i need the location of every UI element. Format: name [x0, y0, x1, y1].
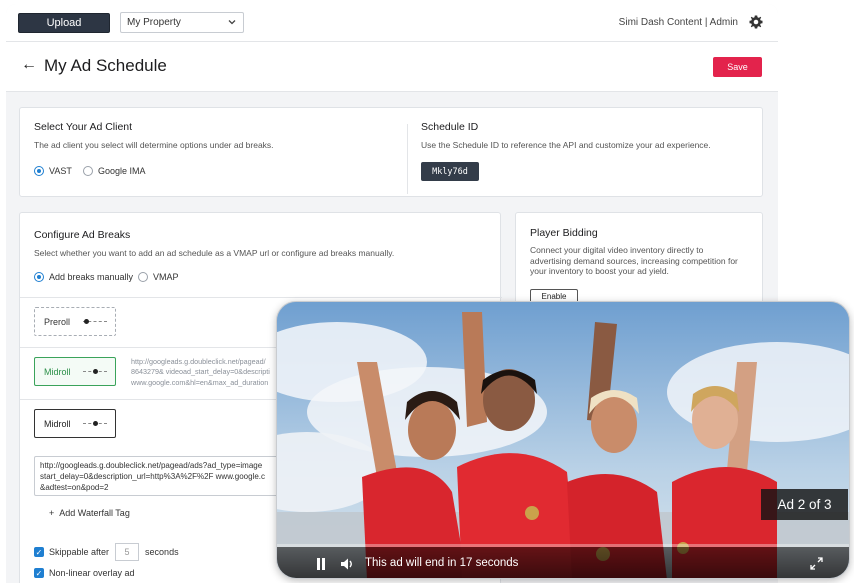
skippable-checkbox-row[interactable]: ✓ Skippable after 5 seconds	[34, 543, 179, 561]
break-midroll-active[interactable]: Midroll	[34, 357, 116, 386]
slider-knob[interactable]	[93, 421, 98, 426]
radio-vast[interactable]: VAST	[34, 166, 72, 176]
ad-breaks-description: Select whether you want to add an ad sch…	[34, 248, 395, 258]
pause-icon[interactable]	[316, 558, 326, 570]
break-label: Midroll	[44, 366, 71, 377]
midroll-url-line: 8643279& videoad_start_delay=0&descripti	[131, 367, 270, 377]
radio-vast-label: VAST	[49, 166, 72, 176]
gear-icon[interactable]	[748, 14, 764, 30]
player-bidding-card: Player Bidding Connect your digital vide…	[515, 212, 763, 312]
radio-add-breaks-manually[interactable]: Add breaks manually	[34, 272, 133, 282]
midroll-url-line: www.google.com&hl=en&max_ad_duration	[131, 377, 269, 387]
user-account-text[interactable]: Simi Dash Content | Admin	[619, 17, 738, 28]
break-midroll-selected[interactable]: Midroll	[34, 409, 116, 438]
player-bidding-description: Connect your digital video inventory dir…	[530, 245, 738, 277]
top-bar: Upload My Property Simi Dash Content | A…	[6, 4, 778, 42]
save-button[interactable]: Save	[713, 57, 762, 77]
slider-knob[interactable]	[93, 369, 98, 374]
radio-google-ima-label: Google IMA	[98, 166, 146, 176]
radio-indicator-selected	[34, 272, 44, 282]
ad-client-card: Select Your Ad Client The ad client you …	[19, 107, 763, 197]
ad-tag-url-line: &adtest=on&pod=2	[40, 482, 109, 492]
video-controls-bar: This ad will end in 17 seconds	[277, 547, 849, 578]
ad-countdown-message: This ad will end in 17 seconds	[365, 557, 519, 569]
radio-vmap[interactable]: VMAP	[138, 272, 179, 282]
volume-icon[interactable]	[339, 556, 355, 572]
video-frame-image	[277, 302, 849, 578]
midroll-url-preview: http://googleads.g.doubleclick.net/pagea…	[131, 357, 281, 388]
ad-client-title: Select Your Ad Client	[34, 121, 133, 133]
break-slider[interactable]	[83, 369, 107, 374]
break-preroll[interactable]: Preroll	[34, 307, 116, 336]
page-header: ← My Ad Schedule Save	[6, 42, 778, 92]
ad-count-badge: Ad 2 of 3	[761, 489, 848, 520]
description-line: Connect your digital video inventory dir…	[530, 245, 704, 255]
description-line: advertising demand sources, increasing c…	[530, 255, 738, 266]
fullscreen-icon[interactable]	[810, 557, 823, 570]
ad-breaks-title: Configure Ad Breaks	[34, 229, 131, 241]
seconds-label: seconds	[145, 547, 179, 557]
ad-client-description: The ad client you select will determine …	[34, 140, 274, 150]
back-arrow-icon[interactable]: ←	[21, 56, 37, 74]
property-select-value: My Property	[127, 17, 181, 28]
ad-tag-url-line: start_delay=0&description_url=http%3A%2F…	[40, 471, 266, 481]
row-divider	[20, 297, 502, 298]
schedule-id-value[interactable]: Mkly76d	[421, 162, 479, 181]
midroll-url-line: http://googleads.g.doubleclick.net/pagea…	[131, 357, 266, 366]
schedule-id-title: Schedule ID	[421, 121, 479, 133]
plus-icon: +	[49, 508, 55, 518]
break-slider[interactable]	[83, 319, 107, 324]
chevron-down-icon	[228, 20, 236, 25]
schedule-id-description: Use the Schedule ID to reference the API…	[421, 140, 711, 150]
nonlinear-label: Non-linear overlay ad	[49, 568, 135, 578]
skip-seconds-input[interactable]: 5	[115, 543, 140, 561]
radio-indicator	[83, 166, 93, 176]
skippable-label: Skippable after	[49, 547, 110, 557]
player-bidding-title: Player Bidding	[530, 227, 598, 239]
checkbox-checked-icon[interactable]: ✓	[34, 568, 44, 578]
ad-tag-url-input[interactable]: http://googleads.g.doubleclick.net/pagea…	[34, 456, 314, 496]
divider	[407, 124, 408, 194]
video-player[interactable]: Ad 2 of 3 This ad will end in 17 seconds	[276, 301, 850, 579]
break-label: Preroll	[44, 316, 71, 327]
slider-knob[interactable]	[84, 319, 89, 324]
description-line: your inventory to boost your ad yield.	[530, 266, 669, 277]
add-waterfall-label: Add Waterfall Tag	[59, 508, 130, 518]
page-title: My Ad Schedule	[44, 56, 167, 75]
radio-add-breaks-label: Add breaks manually	[49, 272, 134, 282]
ad-tag-url-line: http://googleads.g.doubleclick.net/pagea…	[40, 461, 263, 470]
radio-vmap-label: VMAP	[153, 272, 179, 282]
upload-button[interactable]: Upload	[18, 13, 110, 33]
checkbox-checked-icon[interactable]: ✓	[34, 547, 44, 557]
nonlinear-checkbox-row[interactable]: ✓ Non-linear overlay ad	[34, 568, 135, 578]
radio-indicator	[138, 272, 148, 282]
radio-indicator-selected	[34, 166, 44, 176]
break-slider[interactable]	[83, 421, 107, 426]
radio-google-ima[interactable]: Google IMA	[83, 166, 146, 176]
property-select[interactable]: My Property	[120, 12, 244, 33]
add-waterfall-tag-button[interactable]: + Add Waterfall Tag	[49, 508, 130, 518]
break-label: Midroll	[44, 418, 71, 429]
